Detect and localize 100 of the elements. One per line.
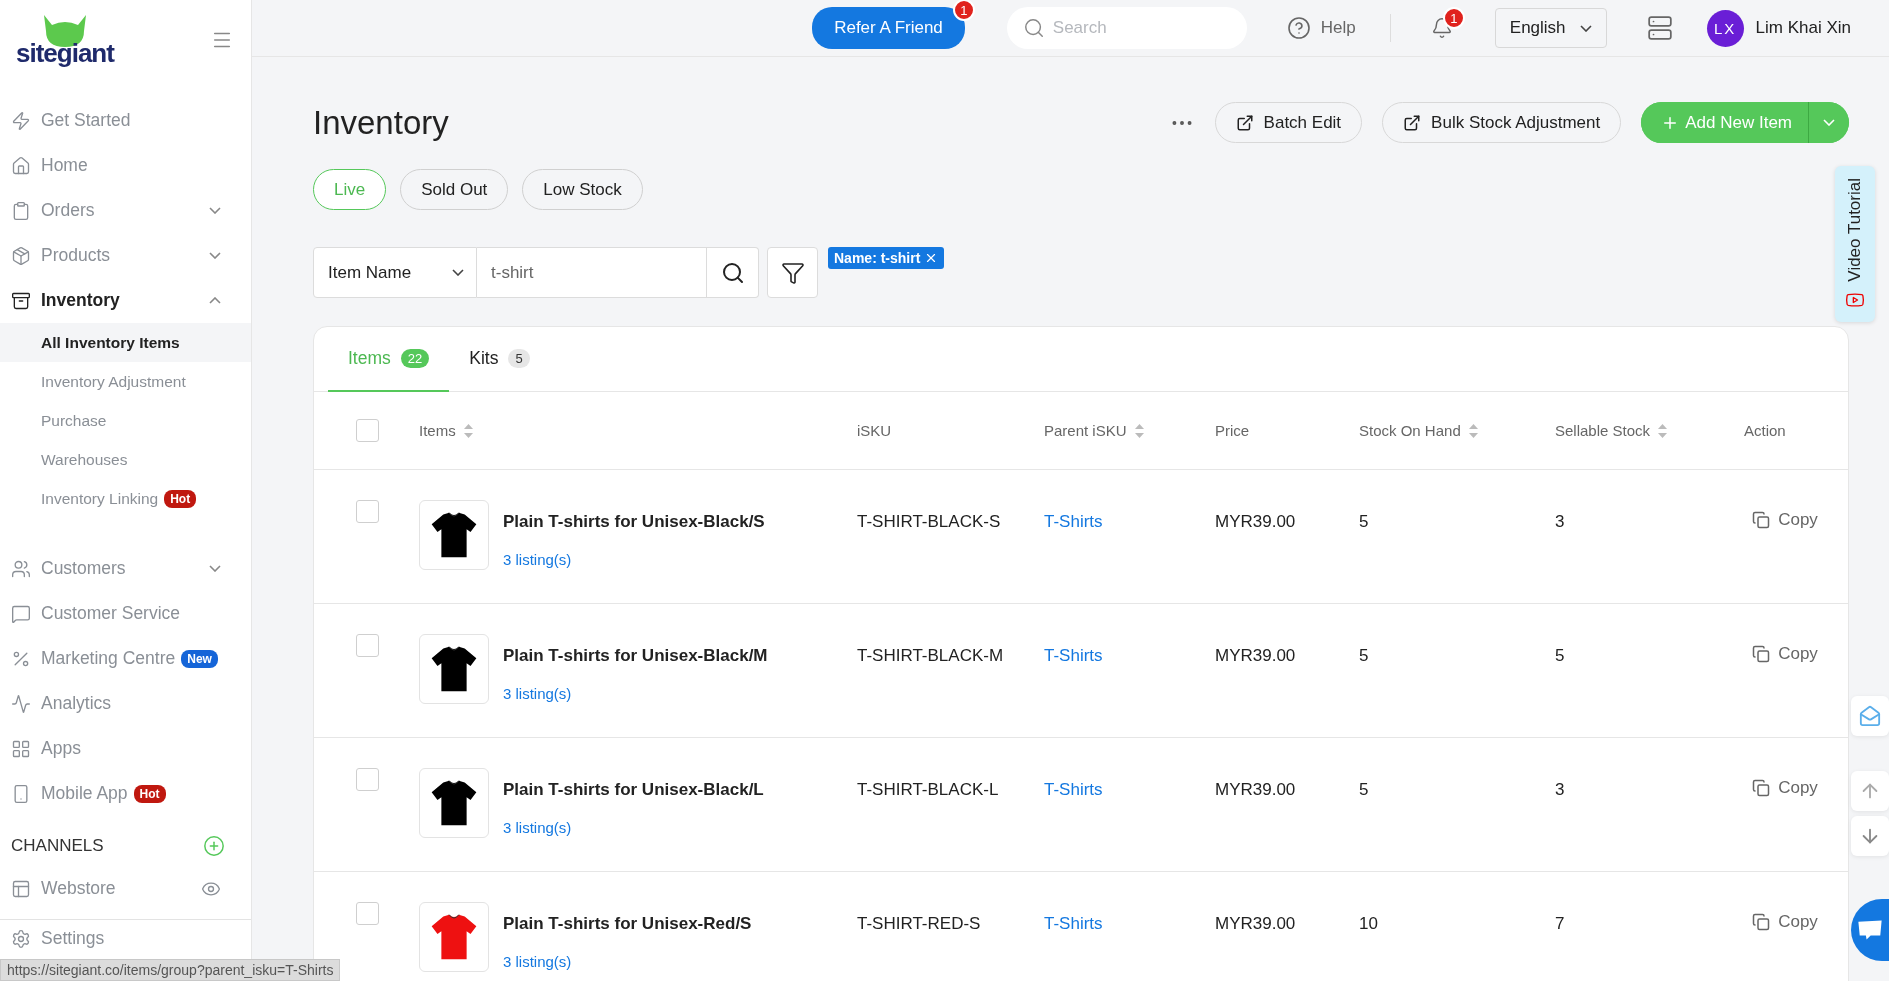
filter-pill[interactable]: Live bbox=[313, 169, 387, 210]
parent-sku-link[interactable]: T-Shirts bbox=[1044, 768, 1103, 800]
chevron-down-icon bbox=[1823, 119, 1835, 126]
listing-link[interactable]: 3 listing(s) bbox=[503, 685, 572, 702]
nav-item[interactable]: Customer Service bbox=[0, 591, 251, 636]
table-cell-text: MYR39.00 bbox=[1215, 779, 1297, 800]
logo[interactable]: sitegiant bbox=[16, 15, 114, 65]
table-cell-text: 10 bbox=[1359, 913, 1379, 934]
add-icon[interactable] bbox=[203, 835, 225, 857]
scroll-down-button[interactable] bbox=[1851, 816, 1889, 856]
nav-subitem[interactable]: Warehouses bbox=[0, 440, 251, 479]
search-input[interactable]: t-shirt bbox=[477, 247, 707, 298]
checkbox[interactable] bbox=[356, 634, 379, 657]
table-cell-text: 5 bbox=[1555, 645, 1566, 666]
parent-sku-link[interactable]: T-Shirts bbox=[1044, 500, 1103, 532]
column-header: Action bbox=[1744, 422, 1786, 439]
checkbox[interactable] bbox=[356, 902, 379, 925]
parent-sku-link[interactable]: T-Shirts bbox=[1044, 634, 1103, 666]
nav-subitem[interactable]: Purchase bbox=[0, 401, 251, 440]
table-cell-text: 5 bbox=[1359, 645, 1370, 666]
table-cell-text: 5 bbox=[1359, 779, 1370, 800]
search-field[interactable]: Search bbox=[1006, 7, 1247, 49]
video-tutorial-tab[interactable]: Video Tutorial bbox=[1835, 166, 1875, 322]
copy-icon bbox=[1752, 511, 1771, 529]
copy-icon bbox=[1752, 645, 1771, 663]
nav-subitem[interactable]: Inventory Linking Hot bbox=[0, 479, 251, 518]
nav-item[interactable]: Apps bbox=[0, 726, 251, 771]
nav-item[interactable]: Inventory bbox=[0, 278, 251, 323]
link-tooltip: https://sitegiant.co/items/group?parent_isku=T-Shirts bbox=[0, 959, 341, 981]
help-link[interactable]: Help bbox=[1286, 16, 1356, 40]
badge: Hot bbox=[164, 489, 197, 508]
count-badge: 22 bbox=[400, 349, 430, 368]
nav-item[interactable]: Settings bbox=[0, 920, 251, 957]
chevron-down-icon bbox=[209, 207, 221, 214]
table-cell-text: 7 bbox=[1555, 913, 1566, 934]
column-header: Price bbox=[1215, 422, 1250, 439]
column-header: Parent iSKU bbox=[1044, 422, 1127, 439]
language-select[interactable]: English bbox=[1494, 8, 1607, 48]
chevron-down-icon bbox=[452, 269, 464, 276]
bell-icon[interactable] bbox=[1430, 17, 1453, 39]
nav-item[interactable]: Mobile App Hot bbox=[0, 771, 251, 816]
item-name: Plain T-shirts for Unisex-Black/S bbox=[503, 512, 765, 532]
table-cell-text: MYR39.00 bbox=[1215, 511, 1297, 532]
filter-pill[interactable]: Sold Out bbox=[400, 169, 509, 210]
sort-icon[interactable] bbox=[1658, 423, 1668, 438]
nav-item[interactable]: Analytics bbox=[0, 681, 251, 726]
notification-badge: 1 bbox=[952, 0, 975, 21]
scroll-up-button[interactable] bbox=[1851, 771, 1889, 811]
avatar[interactable]: LX bbox=[1706, 9, 1744, 47]
box-icon bbox=[11, 245, 31, 266]
listing-link[interactable]: 3 listing(s) bbox=[503, 819, 572, 836]
nav-item[interactable]: Home bbox=[0, 143, 251, 188]
listing-link[interactable]: 3 listing(s) bbox=[503, 953, 572, 970]
sort-icon[interactable] bbox=[463, 423, 473, 438]
count-badge: 5 bbox=[508, 349, 530, 368]
nav-item[interactable]: Customers bbox=[0, 546, 251, 591]
chevron-down-icon bbox=[209, 565, 221, 572]
chat-button[interactable] bbox=[1851, 899, 1889, 961]
sort-icon[interactable] bbox=[1468, 423, 1478, 438]
nav-item[interactable]: Webstore bbox=[0, 866, 251, 911]
search-icon bbox=[1022, 17, 1045, 39]
table-cell-text: MYR39.00 bbox=[1215, 645, 1297, 666]
archive-icon bbox=[11, 290, 31, 311]
listing-link[interactable]: 3 listing(s) bbox=[503, 551, 572, 568]
server-icon[interactable] bbox=[1646, 15, 1673, 41]
external-link-icon bbox=[1235, 113, 1254, 132]
tab[interactable]: Kits 5 bbox=[449, 327, 550, 392]
table-cell-text: MYR39.00 bbox=[1215, 913, 1297, 934]
settings-icon bbox=[11, 928, 31, 949]
filter-chip[interactable]: Name: t-shirt bbox=[828, 247, 945, 269]
section-heading: CHANNELS bbox=[11, 836, 104, 856]
action-button[interactable]: Bulk Stock Adjustment bbox=[1382, 102, 1622, 143]
parent-sku-link[interactable]: T-Shirts bbox=[1044, 902, 1103, 934]
nav-item[interactable]: Orders bbox=[0, 188, 251, 233]
chevron-down-icon bbox=[209, 252, 221, 259]
field-select[interactable]: Item Name bbox=[313, 247, 477, 298]
badge: New bbox=[181, 649, 218, 668]
home-icon bbox=[11, 155, 31, 176]
item-name: Plain T-shirts for Unisex-Red/S bbox=[503, 914, 752, 934]
filter-button[interactable] bbox=[767, 247, 818, 298]
mail-button[interactable] bbox=[1851, 696, 1889, 736]
item-name: Plain T-shirts for Unisex-Black/L bbox=[503, 780, 764, 800]
checkbox[interactable] bbox=[356, 500, 379, 523]
nav-item[interactable]: Get Started bbox=[0, 98, 251, 143]
tab[interactable]: Items 22 bbox=[328, 327, 450, 392]
search-button[interactable] bbox=[707, 247, 759, 298]
chat-icon bbox=[1857, 919, 1883, 941]
sort-icon[interactable] bbox=[1134, 423, 1144, 438]
grid-icon bbox=[11, 738, 31, 759]
user-name[interactable]: Lim Khai Xin bbox=[1755, 18, 1851, 38]
nav-item[interactable]: Marketing Centre New bbox=[0, 636, 251, 681]
nav-subitem[interactable]: All Inventory Items bbox=[0, 323, 251, 362]
notification-badge: 1 bbox=[1442, 7, 1465, 29]
filter-pill[interactable]: Low Stock bbox=[522, 169, 643, 210]
action-button[interactable]: Batch Edit bbox=[1214, 102, 1363, 143]
checkbox[interactable] bbox=[356, 768, 379, 791]
chevron-down-icon bbox=[1579, 24, 1592, 32]
nav-item[interactable]: Products bbox=[0, 233, 251, 278]
checkbox[interactable] bbox=[356, 419, 379, 442]
nav-subitem[interactable]: Inventory Adjustment bbox=[0, 362, 251, 401]
